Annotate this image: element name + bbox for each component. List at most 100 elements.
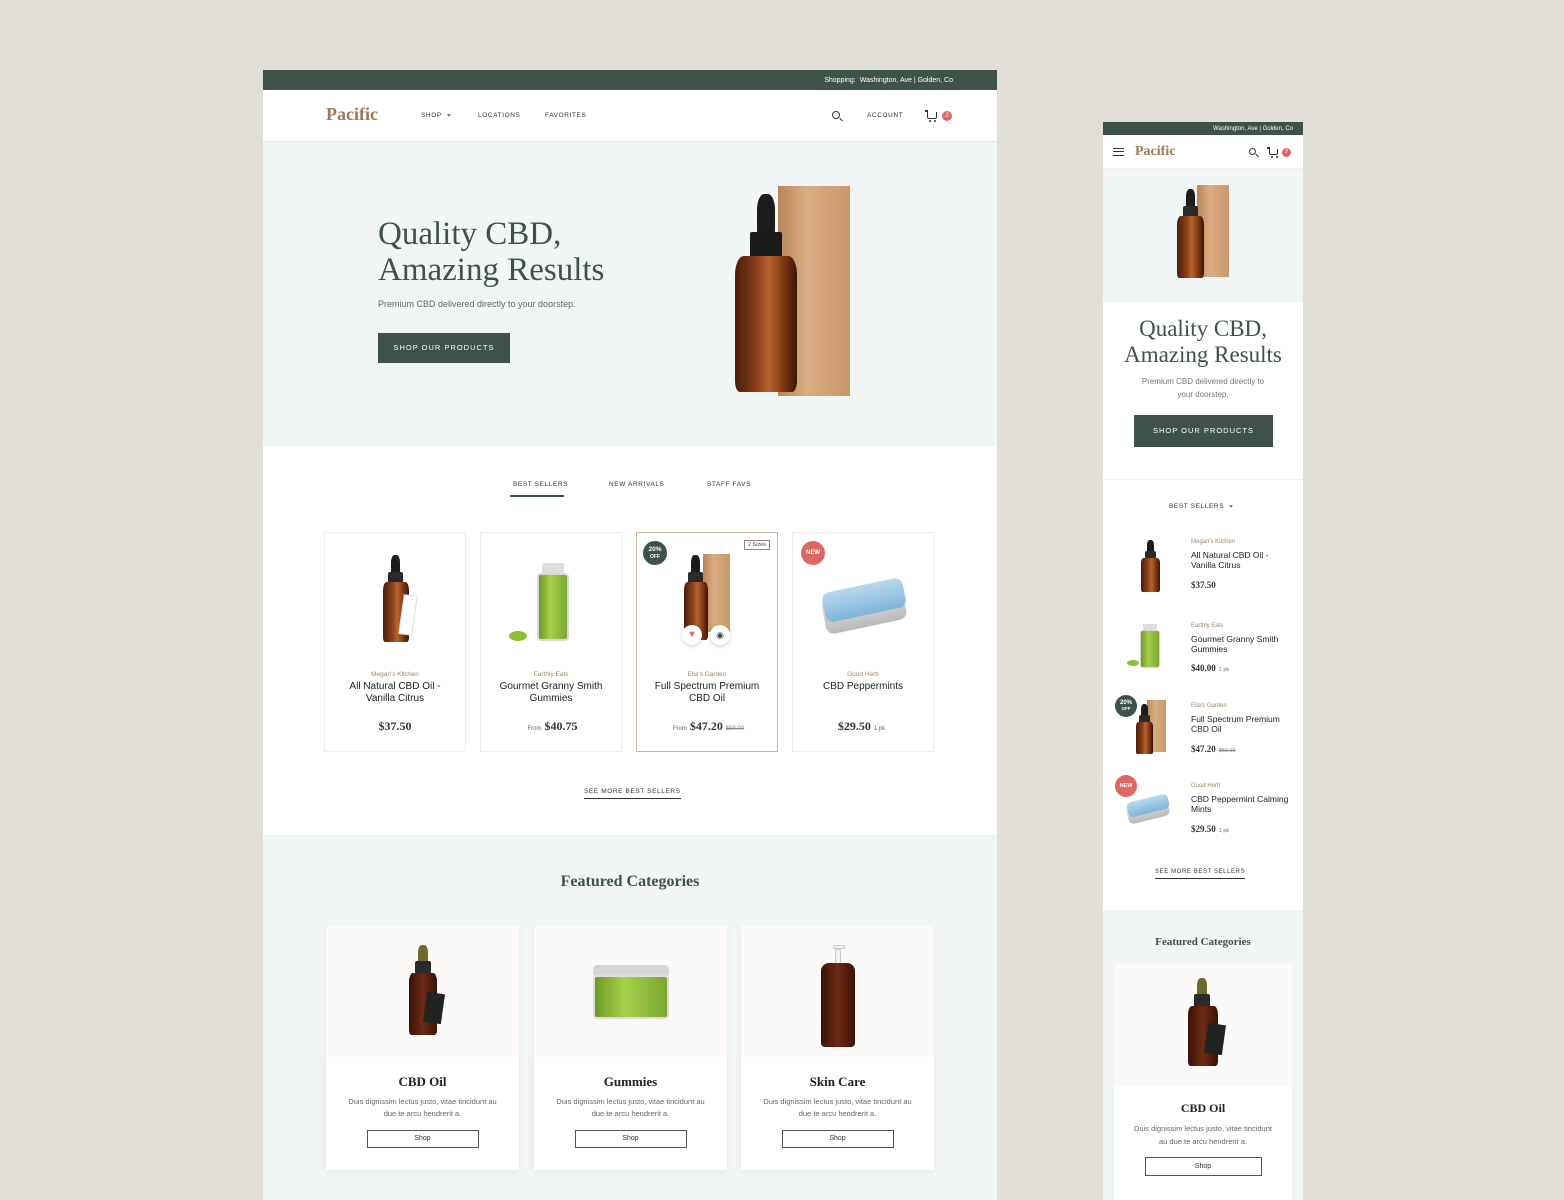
category-name: CBD Oil [1180, 1101, 1226, 1115]
category-card: Skin Care Duis dignissim lectus justo, v… [741, 925, 934, 1170]
category-image [1114, 964, 1292, 1086]
product-card[interactable]: Earthly Eats Gourmet Granny Smith Gummie… [480, 532, 622, 752]
mobile-hero-title-line1: Quality CBD, [1139, 316, 1267, 341]
shop-category-button[interactable]: Shop [1144, 1157, 1262, 1176]
nav-favorites[interactable]: FAVORITES [545, 112, 586, 119]
category-description: Duis dignissim lectus justo, vitae tinci… [763, 1097, 912, 1118]
mobile-page: Washington, Ave | Golden, Co Pacific 2 Q… [1103, 122, 1303, 1200]
product-name[interactable]: All Natural CBD Oil - Vanilla Citrus [335, 681, 455, 705]
mobile-hero-image-area [1103, 169, 1303, 302]
product-image [383, 555, 418, 643]
price-value: $37.50 [1191, 580, 1216, 590]
product-image [1141, 540, 1161, 592]
mobile-nav: Pacific 2 [1103, 135, 1303, 169]
discount-badge: 20% OFF [1115, 695, 1137, 717]
product-name[interactable]: Gourmet Granny Smith Gummies [491, 681, 611, 705]
search-icon[interactable] [832, 111, 840, 119]
filter-label: BEST SELLERS [1169, 503, 1225, 510]
chevron-down-icon [1229, 504, 1234, 508]
price-unit: 1 pk [873, 726, 886, 732]
mobile-hero-title-line2: Amazing Results [1124, 342, 1282, 367]
shop-products-button[interactable]: SHOP OUR PRODUCTS [378, 333, 510, 363]
mobile-see-more-link[interactable]: SEE MORE BEST SELLERS [1155, 869, 1246, 879]
price-value: $29.50 [1191, 824, 1216, 834]
category-image [534, 925, 727, 1057]
nav-locations[interactable]: LOCATIONS [478, 112, 520, 119]
sizes-label[interactable]: 2 Sizes [744, 540, 770, 550]
product-brand: Good Herb [847, 671, 879, 678]
see-more-best-sellers-link[interactable]: SEE MORE BEST SELLERS [584, 788, 681, 799]
shop-category-button[interactable]: Shop [574, 1130, 687, 1148]
tab-staff-favs[interactable]: STAFF FAVS [707, 481, 751, 488]
category-name: CBD Oil [398, 1074, 447, 1089]
chevron-down-icon [446, 113, 451, 117]
old-price: $59.00 [1218, 748, 1236, 754]
category-image [741, 925, 934, 1057]
main-nav: Pacific SHOP LOCATIONS FAVORITES ACCOUNT… [263, 90, 997, 142]
product-card[interactable]: 20% OFF 2 Sizes ♥ ◉ Ella's Garden Full Sp… [636, 532, 778, 752]
tab-new-arrivals[interactable]: NEW ARRIVALS [609, 481, 664, 488]
discount-off: OFF [650, 554, 660, 560]
price-unit: 1 pk [1218, 667, 1230, 673]
divider [1103, 479, 1303, 480]
dropper-bottle [735, 194, 805, 394]
product-price: $47.20 $59.00 [1191, 744, 1236, 754]
category-description: Duis dignissim lectus justo, vitae tinci… [1134, 1124, 1272, 1146]
product-card[interactable]: Megan's Kitchen All Natural CBD Oil - Va… [324, 532, 466, 752]
featured-title: Featured Categories [560, 873, 700, 890]
product-name[interactable]: Full Spectrum Premium CBD Oil [1191, 714, 1291, 734]
price-value: $47.20 [689, 719, 723, 733]
discount-percent: 20% [648, 546, 662, 553]
shop-category-button[interactable]: Shop [366, 1130, 479, 1148]
eye-icon[interactable]: ◉ [710, 625, 730, 645]
product-name[interactable]: CBD Peppermints [803, 681, 923, 693]
product-name[interactable]: Full Spectrum Premium CBD Oil [647, 681, 767, 705]
nav-shop[interactable]: SHOP [421, 112, 451, 119]
hero-title-line1: Quality CBD, [378, 216, 562, 252]
nav-account[interactable]: ACCOUNT [867, 112, 903, 119]
best-sellers-dropdown[interactable]: BEST SELLERS [1169, 503, 1234, 510]
active-tab-indicator [510, 495, 564, 497]
nav-shop-label: SHOP [421, 112, 442, 119]
mobile-featured-title: Featured Categories [1155, 936, 1251, 948]
heart-icon[interactable]: ♥ [682, 625, 702, 645]
product-name[interactable]: All Natural CBD Oil - Vanilla Citrus [1191, 550, 1291, 570]
product-price: From $47.20 $59.00 [637, 719, 777, 734]
list-item[interactable]: Megan's Kitchen All Natural CBD Oil - Va… [1103, 536, 1303, 606]
store-location[interactable]: Washington, Ave | Golden, Co [860, 77, 953, 84]
price-value: $40.75 [544, 719, 578, 733]
list-item[interactable]: 20% OFF Ella's Garden Full Spectrum Premi… [1103, 695, 1303, 770]
cart-icon[interactable] [1267, 147, 1278, 158]
mobile-store-location[interactable]: Washington, Ave | Golden, Co [1213, 126, 1293, 132]
price-from: From [527, 726, 542, 732]
search-icon[interactable] [1249, 148, 1256, 155]
product-name[interactable]: Gourmet Granny Smith Gummies [1191, 634, 1291, 654]
mobile-shop-products-button[interactable]: SHOP OUR PRODUCTS [1134, 415, 1273, 447]
mobile-featured-section: Featured Categories CBD Oil Duis digniss… [1103, 910, 1303, 1200]
shop-category-button[interactable]: Shop [781, 1130, 894, 1148]
category-description: Duis dignissim lectus justo, vitae tinci… [556, 1097, 705, 1118]
list-item[interactable]: Earthly Eats Gourmet Granny Smith Gummie… [1103, 620, 1303, 690]
product-brand: Ella's Garden [687, 671, 727, 678]
list-item[interactable]: NEW Good Herb CBD Peppermint Calming Min… [1103, 775, 1303, 850]
hamburger-menu-icon[interactable] [1113, 148, 1124, 156]
shopping-label: Shopping: [824, 76, 856, 84]
new-badge: NEW [801, 541, 825, 565]
new-badge: NEW [1115, 775, 1137, 797]
product-card[interactable]: NEW Good Herb CBD Peppermints $29.50 1 pk [792, 532, 934, 752]
tab-best-sellers[interactable]: BEST SELLERS [513, 481, 568, 488]
product-price: $29.50 1 pk [1191, 824, 1229, 834]
product-brand: Good Herb [1191, 783, 1221, 789]
mobile-logo[interactable]: Pacific [1135, 144, 1175, 160]
product-name[interactable]: CBD Peppermint Calming Mints [1191, 794, 1291, 814]
cart-icon[interactable] [925, 110, 937, 122]
mobile-hero-subtitle: Premium CBD delivered directly to your d… [1141, 377, 1265, 399]
product-price: $29.50 1 pk [793, 719, 933, 734]
product-price: $37.50 [1191, 580, 1216, 590]
product-price: $37.50 [325, 719, 465, 734]
category-card: CBD Oil Duis dignissim lectus justo, vit… [1114, 964, 1292, 1200]
hero-section: Quality CBD, Amazing Results Premium CBD … [263, 142, 997, 446]
product-brand: Earthly Eats [533, 671, 569, 678]
logo[interactable]: Pacific [326, 104, 378, 125]
dropper-bottle [1177, 189, 1207, 279]
